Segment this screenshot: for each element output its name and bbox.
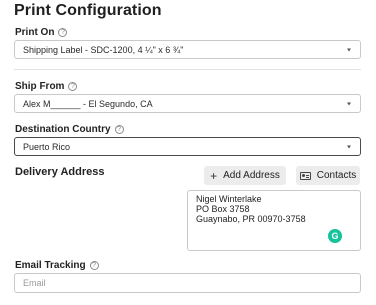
help-icon[interactable]: ? (68, 82, 78, 91)
contacts-button-label: Contacts (316, 170, 357, 181)
ship-from-label: Ship From ? (15, 81, 78, 92)
divider (14, 69, 361, 70)
plus-icon: + (210, 168, 218, 183)
email-placeholder: Email (23, 278, 46, 288)
add-address-button[interactable]: + Add Address (204, 166, 286, 185)
ship-from-select[interactable]: Alex M______ - El Segundo, CA (14, 94, 361, 113)
destination-country-label-text: Destination Country (15, 124, 111, 135)
chevron-down-icon (347, 48, 351, 51)
help-icon[interactable]: ? (58, 28, 68, 37)
contact-card-icon (299, 171, 311, 180)
destination-country-select[interactable]: Puerto Rico (14, 137, 361, 156)
page-title: Print Configuration (14, 2, 162, 19)
ship-from-value: Alex M______ - El Segundo, CA (23, 98, 153, 109)
chevron-down-icon (347, 145, 351, 148)
email-tracking-label: Email Tracking ? (15, 260, 99, 271)
print-on-label-text: Print On (15, 27, 55, 38)
help-icon[interactable]: ? (114, 125, 124, 134)
address-line: Guaynabo, PR 00970-3758 (196, 214, 306, 224)
address-line: PO Box 3758 (196, 204, 250, 214)
destination-country-value: Puerto Rico (23, 141, 71, 152)
print-on-value: Shipping Label - SDC-1200, 4 ¼" x 6 ¾" (23, 44, 184, 55)
destination-country-label: Destination Country ? (15, 124, 124, 135)
delivery-address-label: Delivery Address (15, 166, 105, 178)
email-tracking-label-text: Email Tracking (15, 260, 86, 271)
print-on-label: Print On ? (15, 27, 68, 38)
print-configuration-panel: Print Configuration Print On ? Shipping … (0, 0, 376, 305)
print-on-select[interactable]: Shipping Label - SDC-1200, 4 ¼" x 6 ¾" (14, 40, 361, 59)
grammarly-icon[interactable]: G (328, 229, 342, 243)
add-address-button-label: Add Address (223, 170, 280, 181)
chevron-down-icon (347, 102, 351, 105)
email-tracking-input[interactable]: Email (14, 273, 361, 293)
ship-from-label-text: Ship From (15, 81, 65, 92)
help-icon[interactable]: ? (89, 261, 99, 270)
contacts-button[interactable]: Contacts (296, 166, 360, 185)
address-line: Nigel Winterlake (196, 194, 262, 204)
delivery-address-textarea[interactable]: Nigel Winterlake PO Box 3758 Guaynabo, P… (187, 190, 361, 251)
